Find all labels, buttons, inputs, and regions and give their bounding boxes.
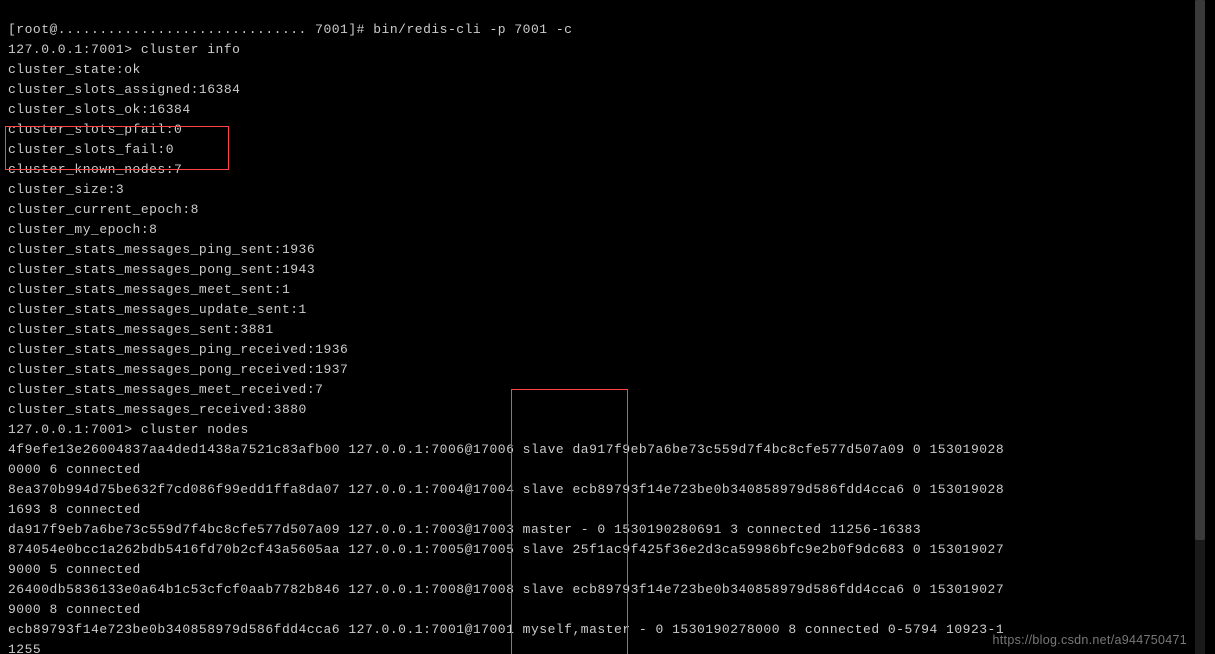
output-line: cluster_stats_messages_pong_sent:1943 (8, 262, 315, 277)
terminal-window[interactable]: [root@.............................. 700… (0, 0, 1205, 654)
output-line: [root@.............................. 700… (8, 22, 573, 37)
output-line: 26400db5836133e0a64b1c53cfcf0aab7782b846… (8, 582, 1004, 597)
output-line: 9000 8 connected (8, 602, 141, 617)
output-line: cluster_known_nodes:7 (8, 162, 182, 177)
output-line: cluster_slots_fail:0 (8, 142, 174, 157)
output-line: 1255 (8, 642, 41, 654)
command-text: cluster info (141, 42, 241, 57)
scrollbar-thumb[interactable] (1195, 0, 1205, 540)
output-line: 1693 8 connected (8, 502, 141, 517)
output-line: da917f9eb7a6be73c559d7f4bc8cfe577d507a09… (8, 522, 921, 537)
output-line: cluster_stats_messages_meet_sent:1 (8, 282, 290, 297)
output-line: ecb89793f14e723be0b340858979d586fdd4cca6… (8, 622, 1004, 637)
output-line: cluster_state:ok (8, 62, 141, 77)
output-line: cluster_stats_messages_ping_sent:1936 (8, 242, 315, 257)
output-line: 4f9efe13e26004837aa4ded1438a7521c83afb00… (8, 442, 1004, 457)
output-line: cluster_stats_messages_received:3880 (8, 402, 307, 417)
output-line: cluster_stats_messages_sent:3881 (8, 322, 274, 337)
output-line: 0000 6 connected (8, 462, 141, 477)
prompt: 127.0.0.1:7001> (8, 422, 141, 437)
output-line: cluster_my_epoch:8 (8, 222, 157, 237)
command-text: cluster nodes (141, 422, 249, 437)
output-line: 874054e0bcc1a262bdb5416fd70b2cf43a5605aa… (8, 542, 1004, 557)
prompt: 127.0.0.1:7001> (8, 42, 141, 57)
output-line: 8ea370b994d75be632f7cd086f99edd1ffa8da07… (8, 482, 1004, 497)
output-line: cluster_size:3 (8, 182, 124, 197)
output-line: cluster_stats_messages_update_sent:1 (8, 302, 307, 317)
output-line: cluster_stats_messages_pong_received:193… (8, 362, 348, 377)
watermark-text: https://blog.csdn.net/a944750471 (993, 630, 1187, 650)
output-line: cluster_slots_ok:16384 (8, 102, 191, 117)
output-line: cluster_current_epoch:8 (8, 202, 199, 217)
output-line: cluster_stats_messages_meet_received:7 (8, 382, 323, 397)
output-line: 9000 5 connected (8, 562, 141, 577)
output-line: cluster_slots_assigned:16384 (8, 82, 240, 97)
output-line: cluster_stats_messages_ping_received:193… (8, 342, 348, 357)
output-line: cluster_slots_pfail:0 (8, 122, 182, 137)
